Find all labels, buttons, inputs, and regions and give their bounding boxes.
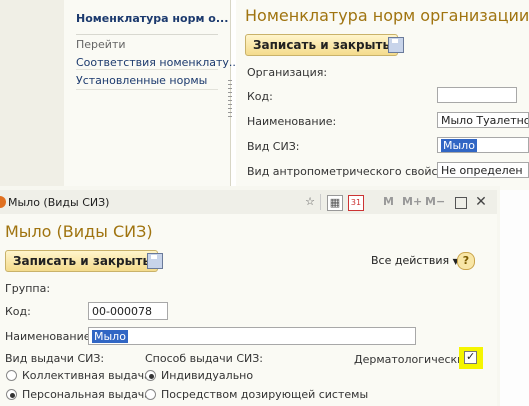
radio-collective-issue[interactable] <box>6 370 17 381</box>
group-label: Группа: <box>5 282 51 295</box>
calculator-icon[interactable]: ▦ <box>327 195 343 211</box>
radio-individual[interactable] <box>145 370 156 381</box>
radio-collective-issue-label[interactable]: Коллективная выдача <box>22 369 151 382</box>
calendar-icon[interactable]: 31 <box>348 195 364 211</box>
background-window-edge <box>0 0 64 188</box>
code-field[interactable]: 00-000078 <box>88 302 168 320</box>
all-actions-label: Все действия <box>371 254 450 267</box>
siz-kind-label: Вид СИЗ: <box>247 140 300 153</box>
save-icon[interactable] <box>388 37 404 53</box>
background-window-remainder <box>497 190 529 406</box>
background-navigation-panel <box>64 0 231 188</box>
nav-divider <box>76 69 218 70</box>
radio-dosing-system-label[interactable]: Посредством дозирующей системы <box>161 388 368 401</box>
save-icon[interactable] <box>147 253 163 269</box>
dialog-window-title: Мыло (Виды СИЗ) <box>8 196 110 209</box>
radio-personal-issue-label[interactable]: Персональная выдача <box>22 388 151 401</box>
close-icon[interactable]: ✕ <box>474 195 488 209</box>
nav-link-correspondences[interactable]: Соответствия номенклату... <box>76 56 239 69</box>
organization-label: Организация: <box>247 66 328 79</box>
background-save-close-button[interactable]: Записать и закрыть <box>245 34 399 56</box>
code-label: Код: <box>5 305 31 318</box>
panel-splitter-handle[interactable] <box>228 80 232 120</box>
memory-m-plus-button[interactable]: M+ <box>402 195 422 208</box>
checkmark-icon: ✓ <box>466 350 476 363</box>
all-actions-menu[interactable]: Все действия ▼ <box>371 254 459 267</box>
name-field[interactable]: Мыло <box>88 327 416 345</box>
name-label: Наименование: <box>247 115 337 128</box>
anthropometric-label: Вид антропометрического свойства: <box>247 165 461 178</box>
anthropometric-field[interactable]: Не определен <box>437 162 529 178</box>
name-label: Наименование: <box>5 330 95 343</box>
nav-divider <box>76 34 218 35</box>
maximize-icon[interactable] <box>455 197 467 209</box>
name-value: Мыло <box>92 330 128 343</box>
siz-kind-field[interactable]: Мыло <box>437 137 529 153</box>
nav-goto-header: Перейти <box>76 38 126 51</box>
memory-m-button[interactable]: M <box>383 195 394 208</box>
background-form-title: Номенклатура норм организации <box>245 6 529 25</box>
radio-individual-label[interactable]: Индивидуально <box>161 369 253 382</box>
nav-link-established-norms[interactable]: Установленные нормы <box>76 74 207 87</box>
code-label: Код: <box>247 90 273 103</box>
code-field[interactable] <box>437 87 517 103</box>
radio-personal-issue[interactable] <box>6 389 17 400</box>
toolbar-divider <box>320 194 321 210</box>
issue-method-label: Способ выдачи СИЗ: <box>145 352 263 365</box>
dialog-save-close-button[interactable]: Записать и закрыть <box>5 250 159 272</box>
nav-panel-title: Номенклатура норм о... <box>76 12 229 25</box>
dialog-heading: Мыло (Виды СИЗ) <box>5 222 153 241</box>
dermatological-checkbox[interactable]: ✓ <box>464 350 477 364</box>
siz-kind-value: Мыло <box>441 139 477 152</box>
issue-kind-label: Вид выдачи СИЗ: <box>5 352 105 365</box>
dermatological-label: Дерматологический: <box>354 353 476 366</box>
favorite-star-icon[interactable]: ☆ <box>303 195 317 209</box>
help-icon[interactable]: ? <box>457 252 475 270</box>
radio-dosing-system[interactable] <box>145 389 156 400</box>
memory-m-minus-button[interactable]: M− <box>425 195 445 208</box>
name-field[interactable]: Мыло Туалетное <box>437 112 529 128</box>
nav-divider <box>76 89 218 90</box>
